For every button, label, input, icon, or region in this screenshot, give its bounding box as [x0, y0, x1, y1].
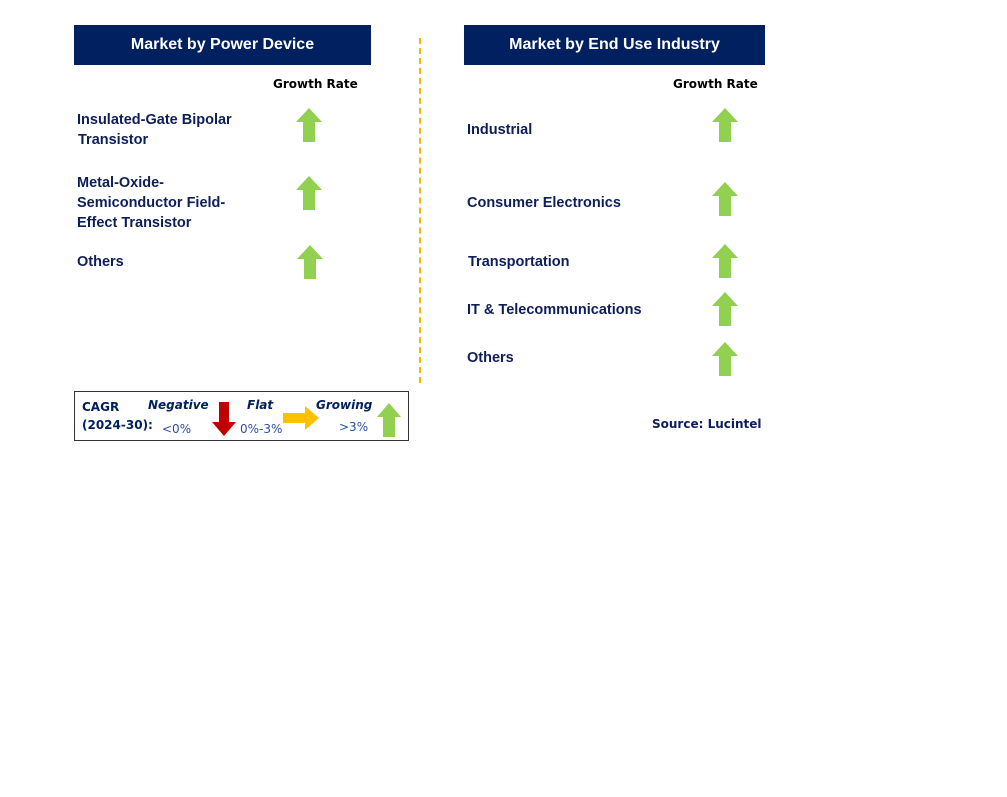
- arrow-up-icon: [297, 245, 323, 279]
- right-item-industrial: Industrial: [467, 122, 533, 138]
- left-item-igbt: Insulated-Gate Bipolar Transistor: [77, 110, 232, 150]
- legend-period-label: (2024-30):: [82, 418, 153, 432]
- legend-cagr-label: CAGR: [82, 400, 120, 414]
- cagr-legend: CAGR (2024-30): Negative <0% Flat 0%-3% …: [74, 391, 409, 441]
- arrow-up-icon: [296, 176, 322, 210]
- right-item-transportation: Transportation: [468, 254, 570, 270]
- right-item-it-telecom: IT & Telecommunications: [467, 302, 642, 318]
- arrow-up-icon: [712, 342, 738, 376]
- legend-flat-range: 0%-3%: [240, 422, 283, 436]
- arrow-up-icon: [712, 108, 738, 142]
- right-item-others: Others: [467, 350, 514, 366]
- legend-negative-label: Negative: [148, 398, 209, 412]
- right-panel-header: Market by End Use Industry: [464, 25, 765, 65]
- arrow-down-icon: [212, 402, 236, 436]
- left-panel-title: Market by Power Device: [130, 36, 315, 53]
- right-item-consumer-electronics: Consumer Electronics: [467, 195, 621, 211]
- arrow-up-icon: [712, 244, 738, 278]
- arrow-up-icon: [296, 108, 322, 142]
- legend-flat-label: Flat: [247, 398, 274, 412]
- legend-growing-range: >3%: [339, 420, 369, 434]
- arrow-right-icon: [283, 406, 319, 430]
- left-item-mosfet: Metal-Oxide- Semiconductor Field- Effect…: [77, 173, 225, 233]
- item-label-line: Semiconductor Field-: [77, 195, 226, 211]
- right-growth-rate-label: Growth Rate: [673, 77, 758, 91]
- item-label-line: Others: [77, 254, 124, 270]
- legend-growing-label: Growing: [316, 398, 373, 412]
- legend-negative-range: <0%: [162, 422, 192, 436]
- left-item-others: Others: [77, 252, 124, 272]
- left-growth-rate-label: Growth Rate: [273, 77, 358, 91]
- item-label-line: Effect Transistor: [77, 215, 192, 231]
- item-label-line: Metal-Oxide-: [77, 175, 165, 191]
- arrow-up-icon: [712, 292, 738, 326]
- source-label: Source: Lucintel: [652, 417, 762, 431]
- panel-divider: [419, 38, 421, 383]
- right-panel-title: Market by End Use Industry: [509, 36, 720, 53]
- item-label-line: Insulated-Gate Bipolar: [77, 112, 232, 128]
- arrow-up-icon: [377, 403, 401, 437]
- item-label-line: Transistor: [78, 132, 149, 148]
- left-panel-header: Market by Power Device: [74, 25, 371, 65]
- arrow-up-icon: [712, 182, 738, 216]
